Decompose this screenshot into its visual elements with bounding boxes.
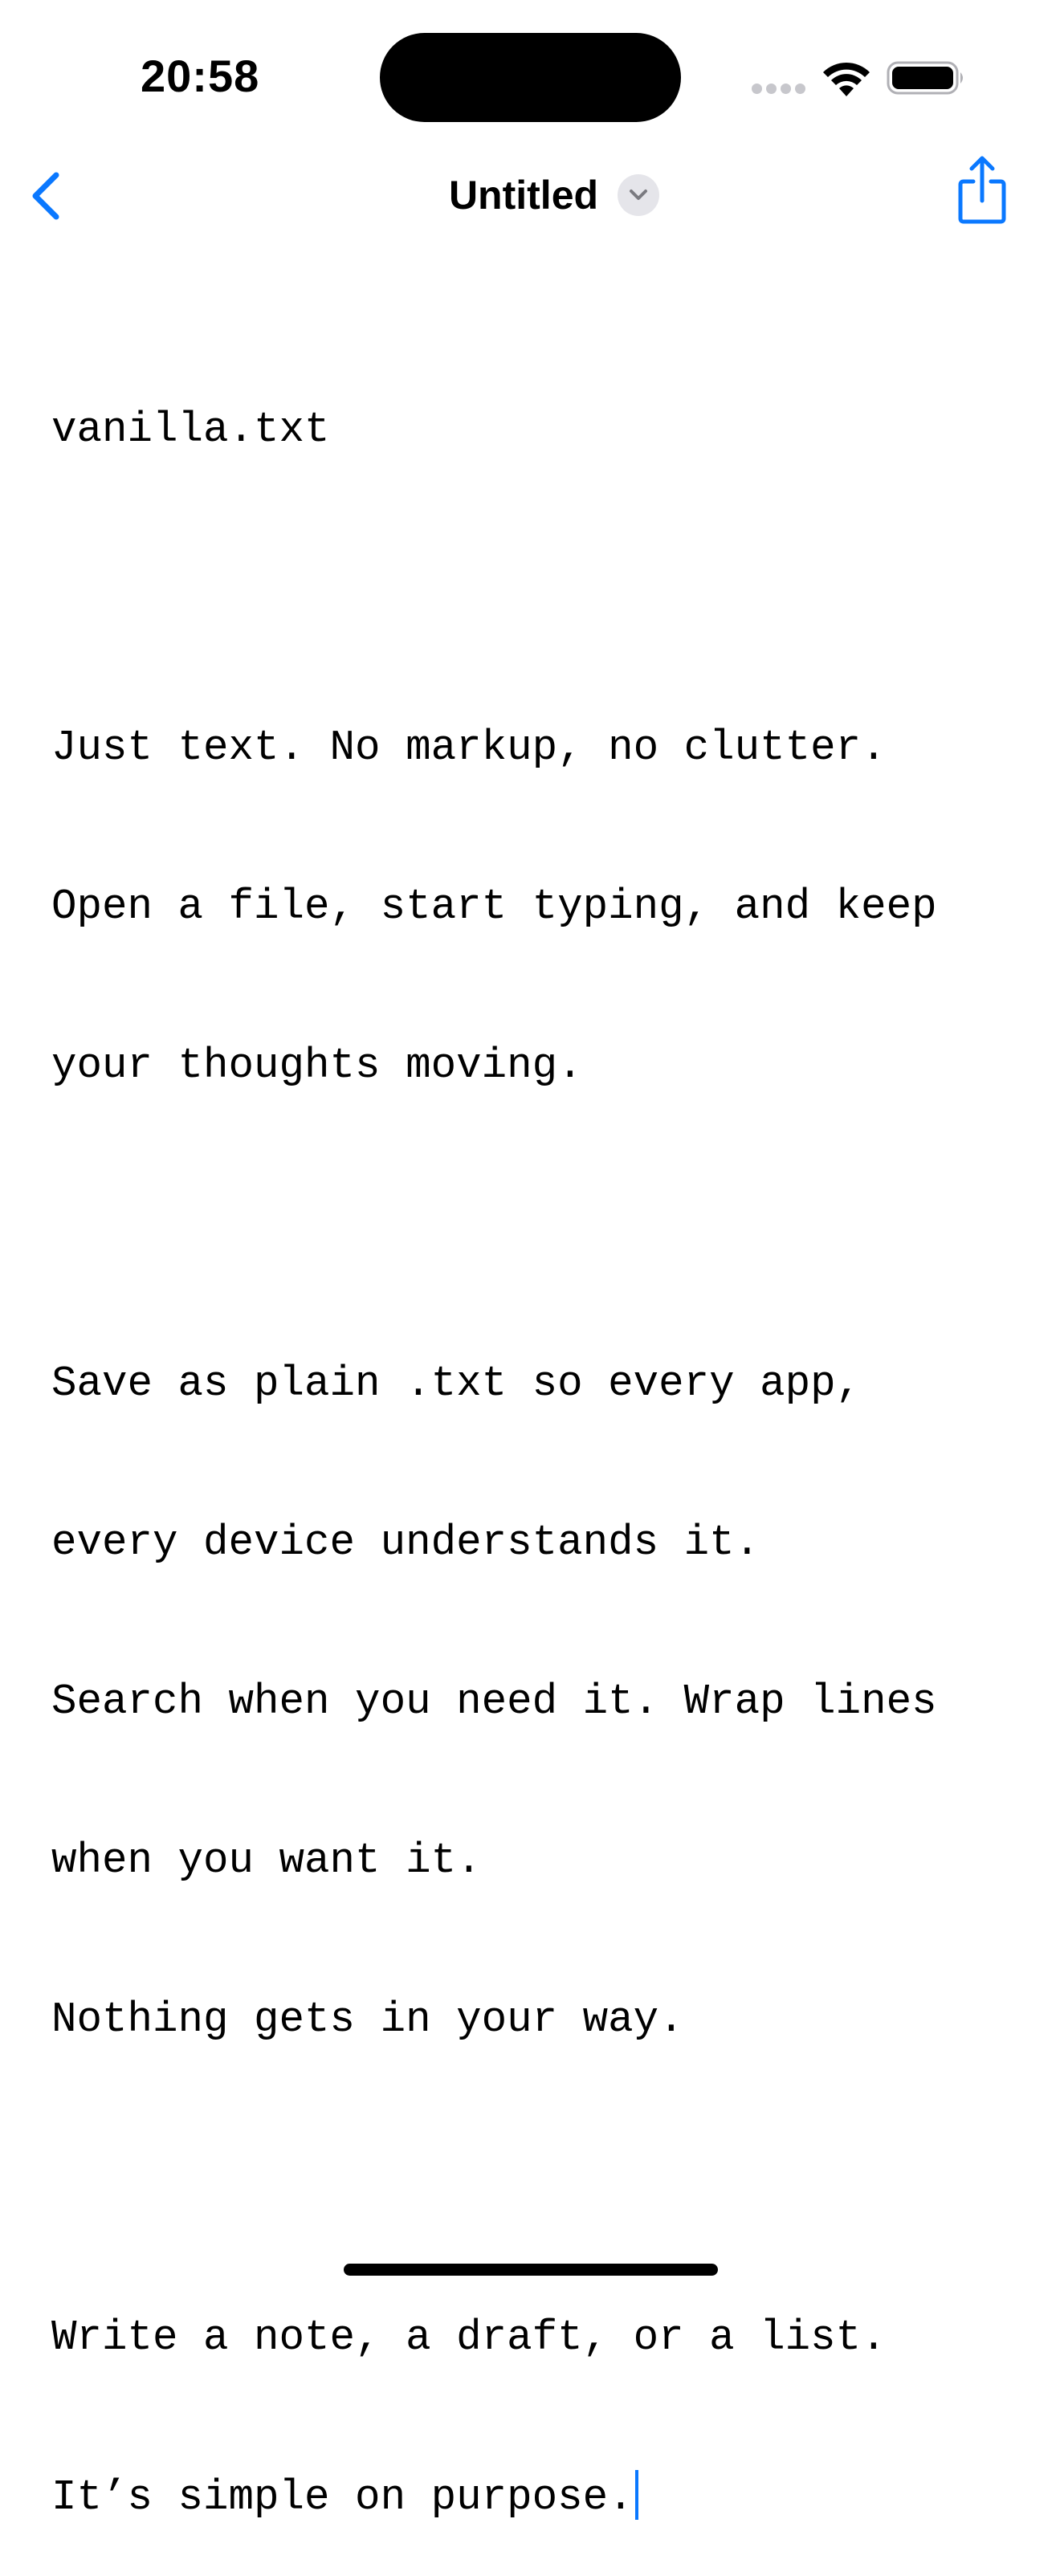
editor-line: Just text. No markup, no clutter. bbox=[51, 723, 887, 772]
editor-line: Write a note, a draft, or a list. bbox=[51, 2313, 887, 2362]
editor-line-text: It’s simple on purpose. bbox=[51, 2473, 634, 2521]
editor-line: your thoughts moving. bbox=[51, 1041, 583, 1090]
home-indicator[interactable] bbox=[344, 2264, 718, 2276]
editor-line: vanilla.txt bbox=[51, 406, 330, 454]
document-title[interactable]: Untitled bbox=[449, 172, 598, 218]
share-button[interactable] bbox=[954, 153, 1010, 225]
editor-line-last: It’s simple on purpose. bbox=[51, 2470, 1015, 2523]
editor-line: Save as plain .txt so every app, bbox=[51, 1359, 862, 1408]
text-editor[interactable]: vanilla.txt Just text. No markup, no clu… bbox=[51, 297, 1015, 2521]
editor-line: when you want it. bbox=[51, 1836, 482, 1885]
cellular-signal-icon bbox=[752, 84, 806, 95]
title-area: Untitled bbox=[0, 167, 1060, 223]
navigation-bar: Untitled bbox=[0, 153, 1060, 241]
status-bar: 20:58 bbox=[0, 0, 1060, 153]
share-icon bbox=[958, 156, 1006, 224]
wifi-icon bbox=[823, 62, 870, 96]
chevron-down-icon bbox=[630, 190, 648, 200]
title-menu-button[interactable] bbox=[618, 174, 660, 216]
text-cursor bbox=[634, 2470, 638, 2520]
battery-icon bbox=[887, 61, 963, 95]
editor-line: Open a file, start typing, and keep bbox=[51, 882, 937, 931]
editor-line: every device understands it. bbox=[51, 1518, 760, 1567]
status-time: 20:58 bbox=[141, 51, 260, 101]
editor-line: Nothing gets in your way. bbox=[51, 1995, 684, 2044]
dynamic-island bbox=[380, 33, 681, 122]
editor-line: Search when you need it. Wrap lines bbox=[51, 1677, 937, 1726]
